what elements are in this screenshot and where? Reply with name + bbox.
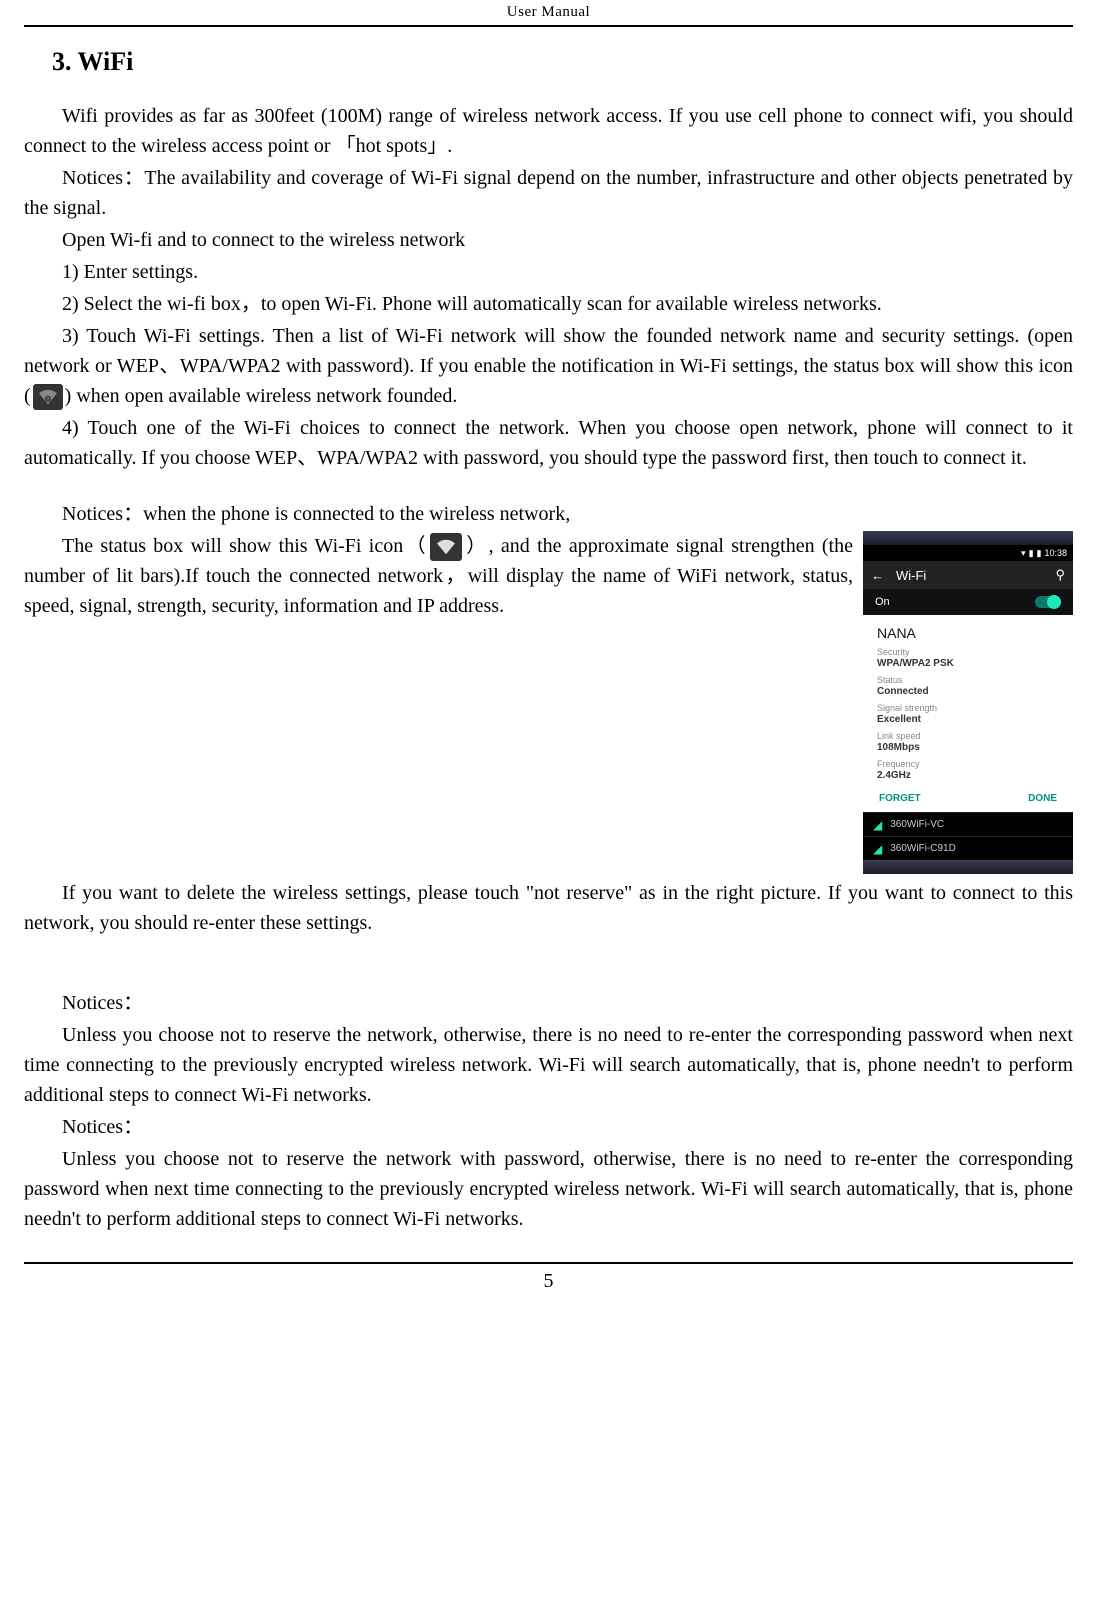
phone-screenshot: ▾ ▮ ▮ 10:38 ← Wi-Fi ⚲ On NANA Security W… (863, 531, 1073, 874)
status-icon-text-a: The status box will show this Wi-Fi icon… (62, 535, 428, 557)
page-number: 5 (544, 1270, 554, 1292)
network-2-name: 360WiFi-C91D (890, 843, 956, 854)
network-row-2[interactable]: ◢ 360WiFi-C91D (863, 836, 1073, 860)
phone-title-bar: ← Wi-Fi ⚲ (863, 561, 1073, 589)
step-4: 4) Touch one of the Wi-Fi choices to con… (24, 413, 1073, 473)
step-2: 2) Select the wi-fi box，to open Wi-Fi. P… (24, 289, 1073, 319)
step-3-text-b: ) when open available wireless network f… (65, 385, 458, 407)
security-label: Security (877, 647, 1059, 657)
status-label: Status (877, 675, 1059, 685)
notices-heading-2: Notices： (24, 1112, 1073, 1142)
wifi-status-icon: ▾ (1021, 548, 1026, 559)
paragraph-delete-settings: If you want to delete the wireless setti… (24, 878, 1073, 938)
network-row-1[interactable]: ◢ 360WiFi-VC (863, 812, 1073, 836)
wifi-open-network-icon: ? (33, 384, 63, 410)
search-icon[interactable]: ⚲ (1055, 567, 1065, 583)
wifi-screen-title: Wi-Fi (896, 568, 926, 583)
paragraph-reserve-1: Unless you choose not to reserve the net… (24, 1020, 1073, 1110)
step-3: 3) Touch Wi-Fi settings. Then a list of … (24, 321, 1073, 411)
wifi-toggle-switch[interactable] (1035, 596, 1061, 608)
paragraph-intro: Wifi provides as far as 300feet (100M) r… (24, 101, 1073, 161)
page-content: 3. WiFi Wifi provides as far as 300feet … (24, 27, 1073, 1234)
page-header: User Manual (24, 0, 1073, 27)
done-button[interactable]: DONE (1028, 793, 1057, 804)
signal-label: Signal strength (877, 703, 1059, 713)
forget-button[interactable]: FORGET (879, 793, 921, 804)
paragraph-open-wifi: Open Wi-fi and to connect to the wireles… (24, 225, 1073, 255)
svg-text:?: ? (47, 397, 49, 402)
wifi-signal-icon: ◢ (873, 842, 882, 856)
wifi-toggle-row: On (863, 589, 1073, 615)
section-heading: 3. WiFi (52, 47, 1073, 77)
speed-label: Link speed (877, 731, 1059, 741)
wifi-connected-icon (430, 533, 462, 561)
signal-value: Excellent (877, 714, 1059, 725)
wifi-on-label: On (875, 596, 890, 608)
status-time: 10:38 (1044, 548, 1067, 558)
signal-icon: ▮ (1029, 548, 1034, 559)
step-1: 1) Enter settings. (24, 257, 1073, 287)
notices-heading-1: Notices： (24, 988, 1073, 1018)
freq-label: Frequency (877, 759, 1059, 769)
page-footer: 5 (24, 1262, 1073, 1305)
speed-value: 108Mbps (877, 742, 1059, 753)
network-1-name: 360WiFi-VC (890, 819, 944, 830)
dialog-network-name: NANA (877, 625, 1059, 641)
paragraph-reserve-2: Unless you choose not to reserve the net… (24, 1144, 1073, 1234)
paragraph-notice-2: Notices：when the phone is connected to t… (24, 499, 1073, 529)
battery-icon: ▮ (1037, 548, 1042, 559)
security-value: WPA/WPA2 PSK (877, 658, 1059, 669)
phone-status-bar: ▾ ▮ ▮ 10:38 (863, 545, 1073, 561)
paragraph-notice-1: Notices：The availability and coverage of… (24, 163, 1073, 223)
network-detail-dialog: NANA Security WPA/WPA2 PSK Status Connec… (863, 615, 1073, 812)
status-value: Connected (877, 686, 1059, 697)
back-arrow-icon[interactable]: ← (871, 568, 884, 583)
freq-value: 2.4GHz (877, 770, 1059, 781)
wifi-signal-icon: ◢ (873, 818, 882, 832)
